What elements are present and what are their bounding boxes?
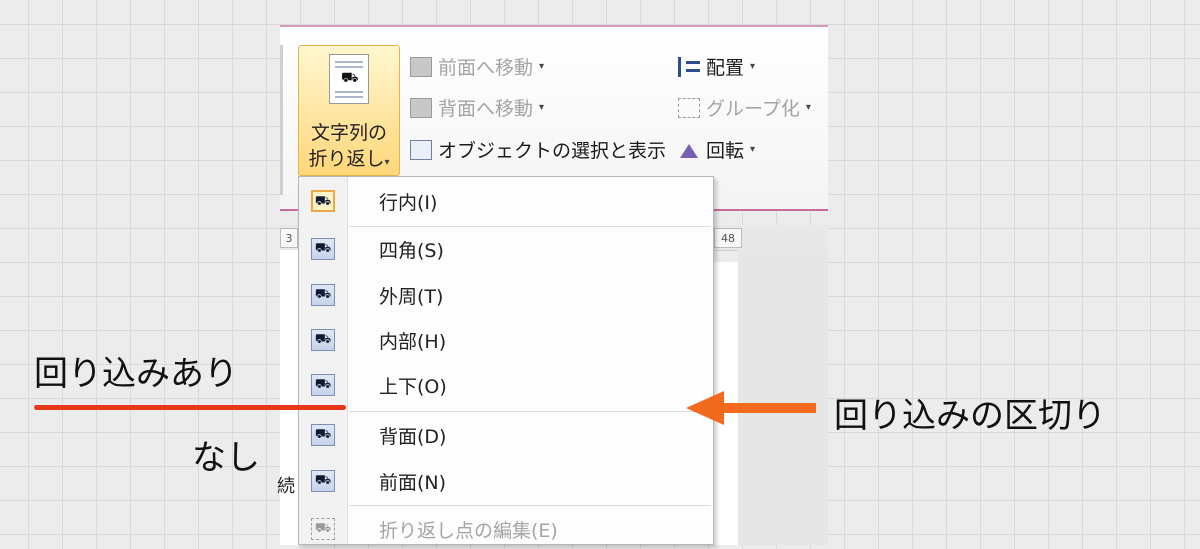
- wrap-inline-icon: ⛟: [311, 190, 335, 212]
- document-text-fragment: 続: [277, 476, 295, 497]
- chevron-down-icon: ▾: [750, 144, 756, 155]
- menu-item-inline[interactable]: ⛟ 行内(I): [299, 181, 713, 221]
- bring-forward-icon: [410, 56, 432, 77]
- chevron-down-icon: ▾: [539, 102, 545, 113]
- menu-item-label: 折り返し点の編集(E): [379, 520, 558, 542]
- align-icon: [678, 56, 700, 77]
- selection-pane-button[interactable]: オブジェクトの選択と表示: [410, 136, 666, 163]
- send-backward-label: 背面へ移動: [438, 98, 534, 120]
- rotate-icon: [678, 140, 700, 160]
- chevron-down-icon: ▾: [539, 61, 545, 72]
- menu-item-label: 四角(S): [379, 240, 444, 262]
- annotation-divider-line: [34, 405, 346, 410]
- wrap-text-menu: ⛟ 行内(I) ⛟ 四角(S) ⛟ 外周(T) ⛟ 内部(H) ⛟ 上下(O) …: [298, 176, 714, 545]
- menu-item-tight[interactable]: ⛟ 外周(T): [299, 275, 713, 315]
- menu-item-label: 外周(T): [379, 286, 444, 308]
- ruler-mark-left: 3: [280, 228, 298, 248]
- document-page-left: [280, 250, 298, 545]
- wrap-behind-text-icon: ⛟: [311, 424, 335, 446]
- menu-item-in-front[interactable]: ⛟ 前面(N): [299, 461, 713, 501]
- chevron-down-icon: ▾: [805, 102, 811, 113]
- wrap-text-label-line1: 文字列の: [310, 122, 387, 144]
- bring-forward-button[interactable]: 前面へ移動 ▾: [410, 53, 544, 80]
- wrap-square-icon: ⛟: [311, 238, 335, 260]
- rotate-button[interactable]: 回転 ▾: [678, 136, 755, 163]
- menu-item-label: 前面(N): [379, 472, 447, 494]
- wrap-through-icon: ⛟: [311, 329, 335, 351]
- annotation-with-wrap: 回り込みあり: [34, 354, 238, 394]
- ribbon-divider: [280, 45, 283, 195]
- menu-item-label: 上下(O): [379, 376, 447, 398]
- group-label: グループ化: [706, 98, 800, 120]
- wrap-text-button[interactable]: ⛟ 文字列の 折り返し▾: [298, 45, 400, 176]
- edit-wrap-points-icon: ⛟: [311, 518, 335, 540]
- menu-separator: [349, 226, 711, 227]
- annotation-without-wrap: なし: [192, 438, 260, 478]
- send-backward-button[interactable]: 背面へ移動 ▾: [410, 94, 544, 121]
- bring-forward-label: 前面へ移動: [438, 57, 534, 79]
- selection-pane-icon: [410, 139, 432, 160]
- ruler-mark-right: 48: [714, 228, 742, 248]
- menu-item-behind-text[interactable]: ⛟ 背面(D): [299, 415, 713, 455]
- menu-item-label: 行内(I): [379, 192, 438, 214]
- wrap-text-icon: ⛟: [329, 54, 369, 104]
- selection-pane-label: オブジェクトの選択と表示: [438, 140, 667, 162]
- menu-separator: [349, 411, 711, 412]
- group-button[interactable]: グループ化 ▾: [678, 94, 811, 121]
- send-backward-icon: [410, 97, 432, 118]
- align-button[interactable]: 配置 ▾: [678, 53, 755, 80]
- menu-separator: [349, 505, 711, 506]
- group-icon: [678, 97, 700, 118]
- chevron-down-icon: ▾: [750, 61, 756, 72]
- menu-item-through[interactable]: ⛟ 内部(H): [299, 320, 713, 360]
- chevron-down-icon: ▾: [384, 157, 390, 168]
- menu-item-edit-wrap-points[interactable]: ⛟ 折り返し点の編集(E): [299, 509, 713, 549]
- wrap-in-front-icon: ⛟: [311, 470, 335, 492]
- wrap-top-bottom-icon: ⛟: [311, 374, 335, 396]
- annotation-wrap-divider: 回り込みの区切り: [834, 396, 1106, 436]
- align-label: 配置: [706, 57, 745, 79]
- menu-item-label: 背面(D): [379, 426, 447, 448]
- menu-item-label: 内部(H): [379, 331, 447, 353]
- arrow-left-icon: [686, 391, 816, 425]
- menu-item-top-bottom[interactable]: ⛟ 上下(O): [299, 365, 713, 405]
- wrap-text-label-line2: 折り返し: [308, 148, 385, 170]
- rotate-label: 回転: [706, 140, 745, 162]
- menu-item-square[interactable]: ⛟ 四角(S): [299, 229, 713, 269]
- wrap-tight-icon: ⛟: [311, 284, 335, 306]
